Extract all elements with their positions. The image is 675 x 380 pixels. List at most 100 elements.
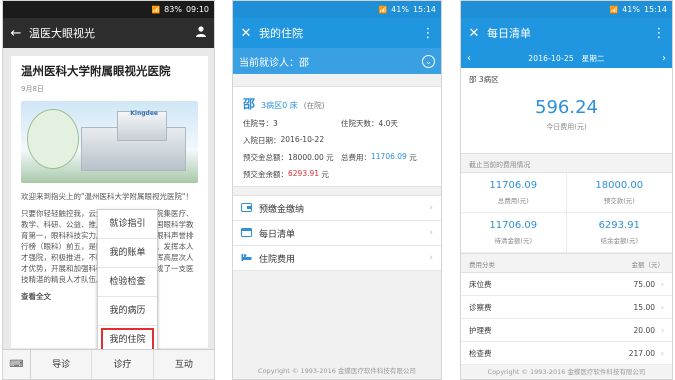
stat-value: 6293.91	[598, 220, 640, 231]
today-summary: 邵 3病区 596.24 今日费用(元)	[461, 68, 672, 154]
category-name: 检查费	[469, 348, 492, 358]
category-amount: 75.00	[633, 279, 655, 289]
category-name: 护理费	[469, 325, 492, 335]
menu-item-tests[interactable]: 检验检查	[98, 268, 157, 297]
battery-level: 41%	[622, 5, 640, 14]
article-date: 9月8日	[21, 85, 44, 93]
clock: 15:14	[412, 5, 436, 14]
page-title: 我的住院	[259, 27, 303, 40]
current-weekday: 星期二	[581, 53, 605, 63]
category-header: 费用分类 金额（元）	[461, 254, 672, 272]
category-name: 诊察费	[469, 302, 492, 312]
patient-name: 邵	[243, 97, 256, 111]
category-amount: 217.00	[628, 348, 655, 358]
list-item[interactable]: 检查费 217.00 ›	[461, 342, 672, 365]
chevron-right-icon: ›	[661, 348, 664, 358]
days-label: 住院天数：	[341, 119, 379, 128]
total-cost-label: 总费用：	[341, 153, 371, 162]
hospital-photo: Kingdee	[21, 101, 198, 183]
category-header-right: 金额（元）	[631, 261, 665, 269]
clock: 09:10	[185, 5, 209, 14]
patient-ward: 邵 3病区	[469, 75, 499, 84]
admission-number: 住院号：3	[243, 119, 278, 128]
current-patient-label: 当前就诊人：邵	[239, 57, 309, 69]
person-icon[interactable]	[188, 25, 214, 41]
menu-item-guide[interactable]: 就诊指引	[98, 210, 157, 239]
chevron-right-icon: ›	[429, 203, 433, 213]
category-amount: 15.00	[633, 302, 655, 312]
tab-guide[interactable]: 导诊	[31, 349, 93, 379]
kingdee-logo: Kingdee	[130, 110, 158, 117]
ward-bed: 3病区0 床	[261, 101, 298, 110]
stat-label: 结余金额(元)	[600, 237, 639, 245]
close-icon[interactable]: ✕	[461, 26, 487, 41]
keyboard-icon[interactable]: ⌨	[3, 349, 31, 379]
next-day-arrow-icon[interactable]: ›	[662, 53, 666, 64]
title-bar: ← 温医大眼视光	[3, 18, 214, 48]
admission-date-value: 2016-10-22	[280, 135, 325, 144]
stat-total-cost: 11706.09 总费用(元)	[461, 173, 567, 213]
more-vertical-icon[interactable]: ⋮	[646, 26, 672, 41]
link-daily-list[interactable]: 每日清单 ›	[233, 221, 441, 246]
stat-label: 待清金额(元)	[494, 237, 533, 245]
prev-day-arrow-icon[interactable]: ‹	[467, 53, 471, 64]
menu-item-records[interactable]: 我的病历	[98, 297, 157, 326]
deposit-total-label: 预交金总额：	[243, 153, 288, 162]
deposit-total-value: 18000.00 元	[288, 153, 334, 162]
list-item[interactable]: 床位费 75.00 ›	[461, 273, 672, 296]
copyright-footer: Copyright © 1993-2016 金蝶医疗软件科技有限公司	[258, 367, 416, 375]
bed-icon	[241, 252, 259, 265]
section-label: 截止当前的费用情况	[469, 161, 531, 169]
stat-value: 18000.00	[595, 180, 644, 191]
chevron-right-icon: ›	[429, 228, 433, 238]
back-arrow-icon[interactable]: ←	[3, 26, 29, 41]
total-cost-unit: 元	[409, 153, 417, 162]
stat-label: 预交款(元)	[603, 197, 635, 205]
title-bar: ✕ 我的住院 ⋮	[233, 18, 441, 48]
list-item[interactable]: 诊察费 15.00 ›	[461, 296, 672, 319]
article-intro: 欢迎来到指尖上的"温州医科大学附属眼视光医院"！	[21, 192, 193, 201]
menu-item-bills[interactable]: 我的账单	[98, 239, 157, 268]
inpatient-links: 预缴金缴纳 › 每日清单 › 住院费用 ›	[233, 195, 441, 271]
hospital-logo-icon	[27, 109, 79, 169]
page-title: 温医大眼视光	[29, 27, 95, 40]
days-value: 4.0天	[378, 119, 398, 128]
total-cost-value: 11706.09	[371, 152, 407, 161]
link-label: 预缴金缴纳	[259, 204, 305, 215]
more-vertical-icon[interactable]: ⋮	[415, 26, 441, 41]
status-bar: 📶 83% 09:10	[3, 1, 214, 18]
tab-interaction[interactable]: 互动	[154, 350, 214, 380]
current-date: 2016-10-25	[528, 53, 574, 63]
stat-value: 11706.09	[489, 220, 538, 231]
tab-treatment[interactable]: 诊疗	[92, 349, 154, 379]
phone-my-inpatient: 📶 41% 15:14 ✕ 我的住院 ⋮ 当前就诊人：邵 ⌄ 邵 3病区0 床 …	[232, 0, 442, 380]
stat-label: 总费用(元)	[497, 197, 529, 205]
popup-menu: 就诊指引 我的账单 检验检查 我的病历 我的住院	[97, 209, 158, 355]
link-inpatient-cost[interactable]: 住院费用 ›	[233, 246, 441, 271]
bottom-menu-bar: ⌨ 导诊 诊疗 互动	[3, 349, 214, 379]
balance-label: 预交金余额：	[243, 170, 288, 179]
status-bar: 📶 41% 15:14	[233, 1, 441, 18]
date-navigator: ‹ 2016-10-25 星期二 ›	[461, 48, 672, 68]
list-item[interactable]: 护理费 20.00 ›	[461, 319, 672, 342]
stat-pending: 11706.09 待清金额(元)	[461, 213, 567, 253]
category-amount: 20.00	[633, 325, 655, 335]
chevron-down-icon[interactable]: ⌄	[422, 54, 435, 68]
category-header-left: 费用分类	[469, 261, 495, 269]
wifi-icon: 📶	[609, 5, 619, 14]
close-icon[interactable]: ✕	[233, 26, 259, 41]
chevron-right-icon: ›	[661, 325, 664, 335]
stat-value: 11706.09	[489, 180, 538, 191]
battery-level: 41%	[391, 5, 409, 14]
link-prepayment[interactable]: 预缴金缴纳 ›	[233, 196, 441, 221]
calendar-icon	[241, 227, 259, 240]
cost-stats-grid: 11706.09 总费用(元) 18000.00 预交款(元) 11706.09…	[461, 172, 672, 254]
status-badge: (在院)	[303, 101, 325, 110]
patient-info-card: 邵 3病区0 床 (在院) 住院号：3 住院天数： 4.0天 入院日期： 201…	[233, 86, 441, 187]
chevron-right-icon: ›	[661, 279, 664, 289]
phone-wechat-hospital: 📶 83% 09:10 ← 温医大眼视光 温州医科大学附属眼视光医院 9月8日 …	[2, 0, 215, 380]
today-cost-label: 今日费用(元)	[546, 123, 587, 131]
status-bar: 📶 41% 15:14	[461, 1, 672, 18]
current-patient-bar[interactable]: 当前就诊人：邵 ⌄	[233, 48, 441, 74]
link-label: 住院费用	[259, 254, 296, 265]
